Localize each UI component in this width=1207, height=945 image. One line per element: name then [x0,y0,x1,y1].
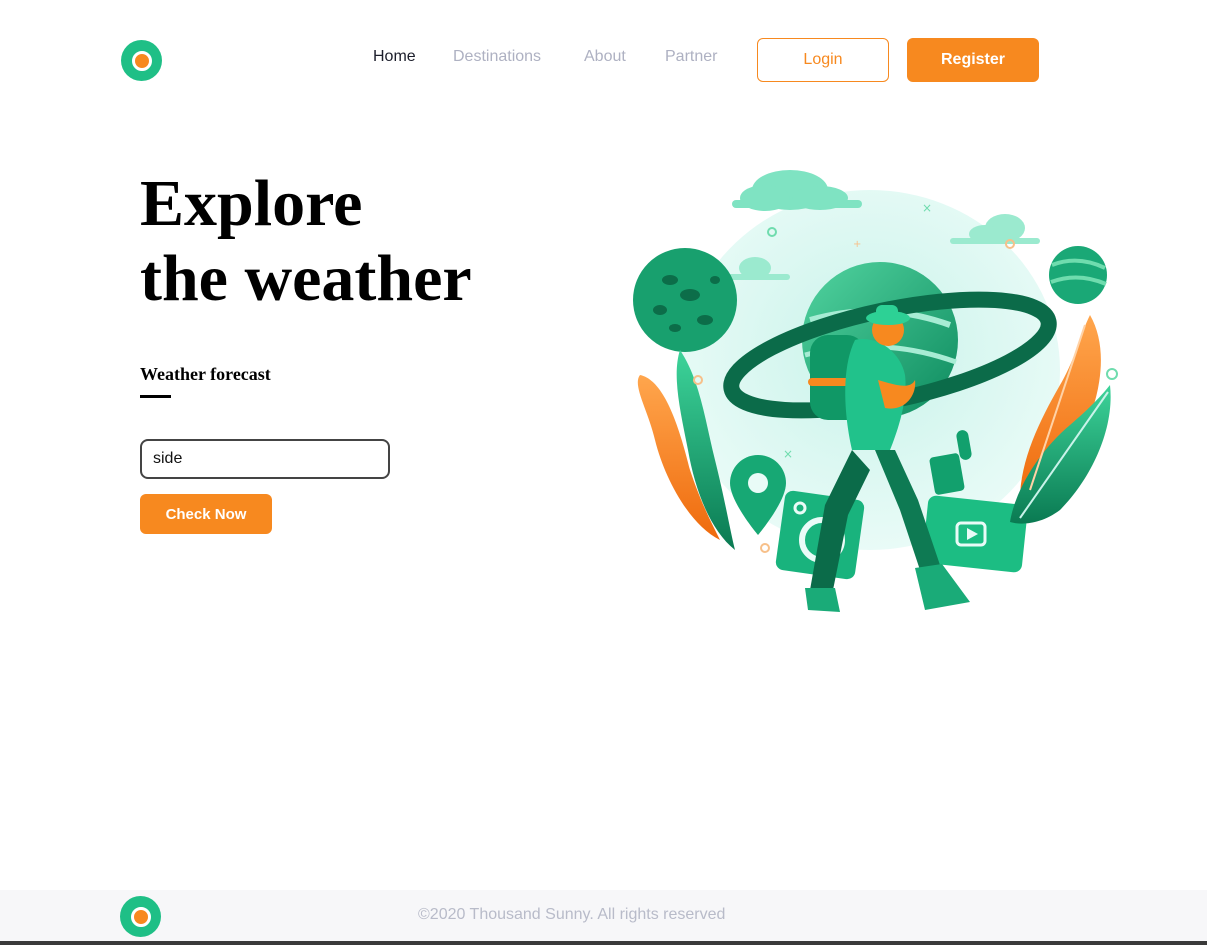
footer-bottom-line [0,941,1207,945]
nav-destinations[interactable]: Destinations [453,48,541,66]
sparkle-x: × [783,447,793,461]
register-button[interactable]: Register [907,38,1039,82]
copyright-text: ©2020 Thousand Sunny. All rights reserve… [418,906,726,923]
sparkle-plus: + [853,239,861,250]
check-now-button[interactable]: Check Now [140,494,272,534]
footer-brand-logo-icon[interactable] [120,896,161,937]
traveler-illustration: × × + [633,170,1118,612]
logo-dot [131,50,152,71]
city-search-input[interactable] [140,439,390,479]
hero-title-line-2: the weather [140,242,472,315]
striped-planet-icon [1049,246,1107,304]
hero-title-line-1: Explore [140,167,363,240]
nav-home[interactable]: Home [373,48,416,66]
cloud-top [732,170,862,211]
nav-partner[interactable]: Partner [665,48,717,66]
page: Home Destinations About Partner Login Re… [0,0,1207,945]
cratered-moon-icon [633,248,737,352]
weather-forecast-label: Weather forecast [140,364,271,384]
sparkle-circle [1106,368,1118,380]
brand-logo-icon[interactable] [121,40,162,81]
logo-dot [130,906,151,927]
hero-title: Explore the weather [140,166,540,316]
login-button[interactable]: Login [757,38,889,82]
nav-about[interactable]: About [584,48,626,66]
sparkle-circle [760,543,770,553]
label-underline [140,395,171,398]
sparkle-x: × [922,201,932,215]
